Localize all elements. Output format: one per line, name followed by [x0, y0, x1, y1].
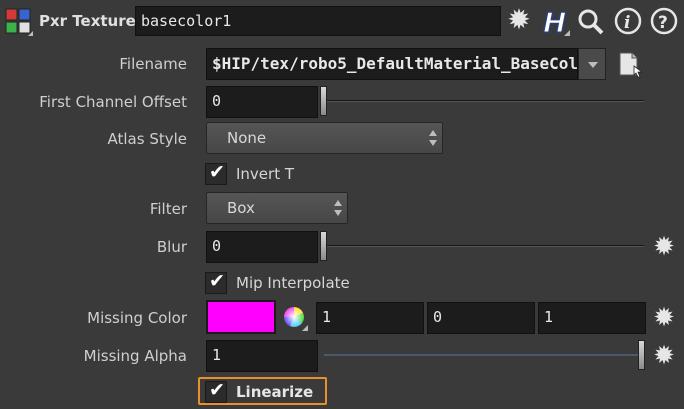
- spinner-arrows-icon: [334, 199, 343, 217]
- missing-alpha-label: Missing Alpha: [83, 347, 187, 365]
- missing-color-b-field[interactable]: 1: [538, 302, 646, 334]
- atlas-style-value: None: [227, 129, 267, 147]
- invert-t-label: Invert T: [236, 165, 295, 183]
- missing-color-g-field[interactable]: 0: [427, 302, 535, 334]
- color-wheel-icon[interactable]: [282, 305, 308, 331]
- linearize-label: Linearize: [236, 383, 314, 401]
- filename-label: Filename: [119, 55, 187, 73]
- svg-text:i: i: [624, 13, 630, 33]
- filename-dropdown-button[interactable]: [578, 48, 606, 80]
- svg-text:?: ?: [658, 13, 668, 33]
- missing-color-swatch[interactable]: [206, 300, 276, 334]
- gear-icon[interactable]: ✹: [650, 343, 678, 371]
- filename-field[interactable]: $HIP/tex/robo5_DefaultMaterial_BaseColor: [206, 48, 578, 80]
- filter-value: Box: [227, 199, 255, 217]
- blur-slider-track[interactable]: [326, 245, 644, 247]
- first-channel-offset-field[interactable]: 0: [206, 86, 318, 118]
- missing-alpha-field[interactable]: 1: [206, 340, 318, 372]
- node-type-label: Pxr Texture: [39, 12, 136, 30]
- first-channel-offset-slider-handle[interactable]: [320, 86, 327, 116]
- blur-slider-handle[interactable]: [320, 231, 327, 261]
- atlas-style-menu[interactable]: None: [206, 122, 443, 154]
- atlas-style-label: Atlas Style: [107, 130, 188, 148]
- missing-color-label: Missing Color: [87, 309, 187, 327]
- mip-interpolate-label: Mip Interpolate: [236, 274, 350, 292]
- missing-alpha-slider-track[interactable]: [324, 354, 642, 356]
- filter-menu[interactable]: Box: [206, 192, 348, 224]
- missing-alpha-slider-handle[interactable]: [638, 340, 645, 370]
- file-chooser-icon[interactable]: [616, 50, 644, 78]
- first-channel-offset-label: First Channel Offset: [39, 93, 187, 111]
- gear-icon[interactable]: ✹: [650, 234, 678, 262]
- houdini-help-icon[interactable]: H: [540, 4, 572, 40]
- gear-icon[interactable]: ✹: [504, 6, 534, 37]
- info-icon[interactable]: i: [614, 7, 642, 35]
- help-icon[interactable]: ?: [650, 7, 678, 35]
- node-type-icon[interactable]: [5, 8, 33, 36]
- dropdown-arrow-icon: [588, 62, 598, 68]
- blur-label: Blur: [156, 238, 187, 256]
- node-name-field[interactable]: basecolor1: [135, 6, 501, 36]
- search-icon[interactable]: [577, 8, 605, 36]
- invert-t-checkbox[interactable]: ✔: [205, 161, 227, 185]
- first-channel-offset-slider-track[interactable]: [326, 100, 644, 102]
- missing-color-r-field[interactable]: 1: [316, 302, 424, 334]
- spinner-arrows-icon: [429, 129, 438, 147]
- gear-icon[interactable]: ✹: [650, 305, 678, 333]
- svg-text:H: H: [543, 6, 566, 38]
- filter-label: Filter: [149, 200, 187, 218]
- blur-field[interactable]: 0: [206, 231, 318, 263]
- mip-interpolate-checkbox[interactable]: ✔: [205, 270, 227, 294]
- linearize-checkbox[interactable]: ✔: [205, 379, 227, 403]
